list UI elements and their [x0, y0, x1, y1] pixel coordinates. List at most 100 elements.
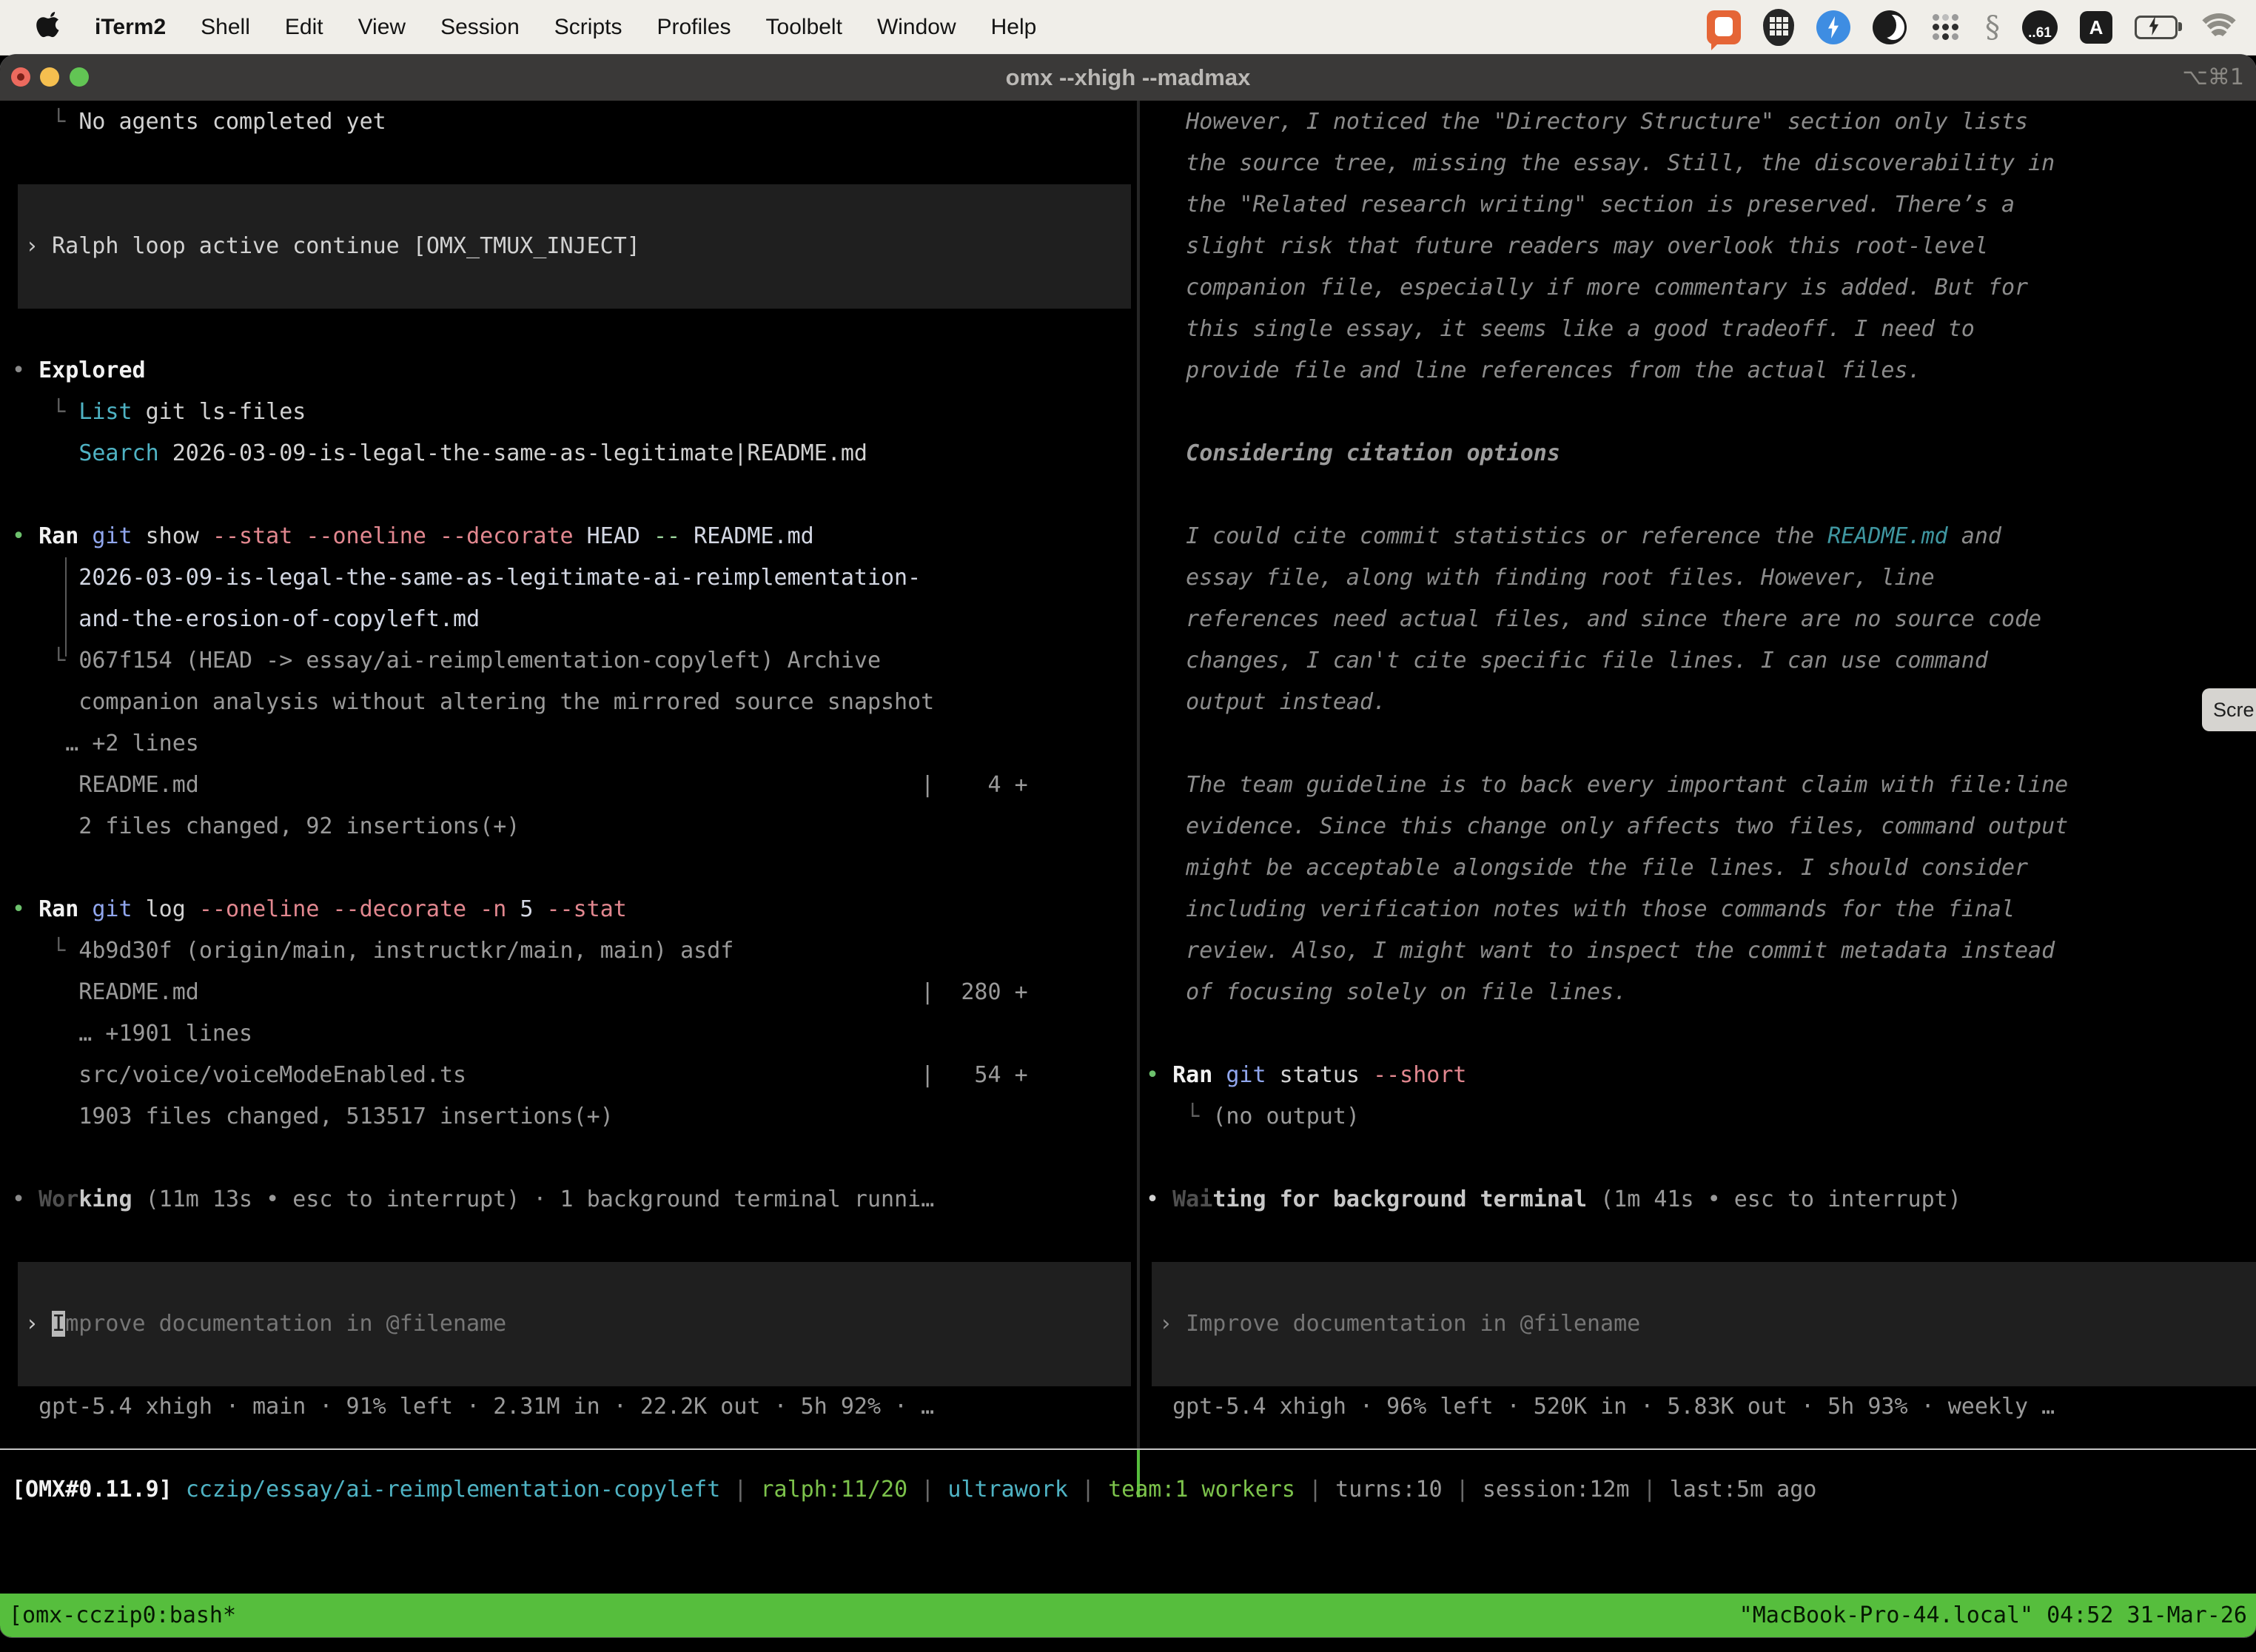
- terminal-line: src/voice/voiceModeEnabled.ts | 54 +: [12, 1055, 1137, 1096]
- desktop: { "menubar": { "items": ["iTerm2", "Shel…: [0, 0, 2256, 1652]
- right-prompt-input[interactable]: › Improve documentation in @filename: [1159, 1262, 1640, 1386]
- tmux-host-clock: "MacBook-Pro-44.local" 04:52 31-Mar-26: [1739, 1602, 2247, 1628]
- left-prompt-input[interactable]: › Improve documentation in @filename: [25, 1262, 506, 1386]
- terminal-line: [1146, 1138, 2256, 1179]
- screen-share-tooltip[interactable]: Scre: [2202, 688, 2256, 731]
- terminal-line: I could cite commit statistics or refere…: [1146, 516, 2256, 557]
- count-badge-icon[interactable]: ..61: [2022, 10, 2058, 44]
- terminal-line: [12, 309, 1137, 350]
- terminal-line: references need actual files, and since …: [1146, 599, 2256, 640]
- squiggle-icon[interactable]: §: [1985, 10, 2000, 44]
- menu-item-edit[interactable]: Edit: [285, 15, 323, 40]
- tmux-status-bar: [omx-cczip0:bash* "MacBook-Pro-44.local"…: [0, 1594, 2256, 1637]
- menu-item-session[interactable]: Session: [440, 15, 520, 40]
- left-terminal-pane[interactable]: └ No agents completed yet › Ralph loop a…: [0, 101, 1137, 1428]
- terminal-line: 2026-03-09-is-legal-the-same-as-legitima…: [12, 557, 1137, 599]
- apple-menu[interactable]: [34, 12, 61, 43]
- terminal-line: provide file and line references from th…: [1146, 350, 2256, 392]
- menu-item-profiles[interactable]: Profiles: [657, 15, 731, 40]
- right-model-status: gpt-5.4 xhigh · 96% left · 520K in · 5.8…: [1146, 1386, 2256, 1428]
- terminal-line: changes, I can't cite specific file line…: [1146, 640, 2256, 682]
- battery-charging-icon[interactable]: [2135, 16, 2178, 39]
- omx-status-line: [OMX#0.11.9] cczip/essay/ai-reimplementa…: [0, 1469, 2256, 1511]
- menubar-status-icons: § ..61 A: [1707, 9, 2256, 46]
- moon-icon[interactable]: [1873, 10, 1907, 44]
- terminal-line: └ (no output): [1146, 1096, 2256, 1138]
- terminal-line: companion analysis without altering the …: [12, 682, 1137, 723]
- keyboard-layout-icon[interactable]: A: [2080, 11, 2112, 44]
- terminal-line: companion file, especially if more comme…: [1146, 267, 2256, 309]
- terminal-line: 1903 files changed, 513517 insertions(+): [12, 1096, 1137, 1138]
- terminal-line: [1146, 392, 2256, 433]
- right-terminal-pane[interactable]: However, I noticed the "Directory Struct…: [1140, 101, 2256, 1428]
- wifi-icon[interactable]: [2200, 13, 2238, 41]
- terminal-line: [12, 143, 1137, 184]
- horizontal-separator: [0, 1448, 2256, 1450]
- terminal-line: the source tree, missing the essay. Stil…: [1146, 143, 2256, 184]
- menu-bar: iTerm2 Shell Edit View Session Scripts P…: [0, 0, 2256, 56]
- terminal-line: • Explored: [12, 350, 1137, 392]
- terminal-line: • Ran git log --oneline --decorate -n 5 …: [12, 889, 1137, 930]
- terminal-line: • Working (11m 13s • esc to interrupt) ·…: [12, 1179, 1137, 1220]
- ralph-loop-banner: › Ralph loop active continue [OMX_TMUX_I…: [18, 184, 1131, 309]
- menu-item-toolbelt[interactable]: Toolbelt: [766, 15, 842, 40]
- screen-share-icon[interactable]: [1707, 10, 1741, 44]
- terminal-line: [1146, 1013, 2256, 1055]
- terminal-line: [12, 1138, 1137, 1179]
- terminal-line: this single essay, it seems like a good …: [1146, 309, 2256, 350]
- left-pane-lines: • Explored └ List git ls-files Search 20…: [12, 309, 1137, 1262]
- terminal-line: … +1901 lines: [12, 1013, 1137, 1055]
- dots-grid-icon[interactable]: [1929, 10, 1963, 44]
- terminal-line: of focusing solely on file lines.: [1146, 972, 2256, 1013]
- terminal-line: README.md | 4 +: [12, 765, 1137, 806]
- terminal-line: might be acceptable alongside the file l…: [1146, 847, 2256, 889]
- terminal-line: slight risk that future readers may over…: [1146, 226, 2256, 267]
- terminal-line: including verification notes with those …: [1146, 889, 2256, 930]
- ralph-loop-banner-text: › Ralph loop active continue [OMX_TMUX_I…: [25, 184, 640, 309]
- terminal-line: 2 files changed, 92 insertions(+): [12, 806, 1137, 847]
- iterm2-window: omx --xhigh --madmax ⌥⌘1 └ No agents com…: [0, 55, 2256, 1637]
- terminal-line: and-the-erosion-of-copyleft.md: [12, 599, 1137, 640]
- terminal-line: [1146, 474, 2256, 516]
- terminal-line: • Waiting for background terminal (1m 41…: [1146, 1179, 2256, 1220]
- left-prompt-box[interactable]: › Improve documentation in @filename: [18, 1262, 1131, 1386]
- terminal-line: • Ran git show --stat --oneline --decora…: [12, 516, 1137, 557]
- tree-connector-line: [65, 557, 67, 657]
- terminal-line: Considering citation options: [1146, 433, 2256, 474]
- terminal-line: [12, 847, 1137, 889]
- terminal-line: essay file, along with finding root file…: [1146, 557, 2256, 599]
- terminal-line: └ 067f154 (HEAD -> essay/ai-reimplementa…: [12, 640, 1137, 682]
- menu-item-view[interactable]: View: [358, 15, 406, 40]
- tmux-session-label: [omx-cczip0:bash*: [9, 1602, 236, 1628]
- terminal-line: output instead.: [1146, 682, 2256, 723]
- titlebar-shortcut-badge: ⌥⌘1: [2182, 55, 2244, 101]
- app-bolt-badge-icon[interactable]: [1816, 10, 1850, 44]
- terminal-line: README.md | 280 +: [12, 972, 1137, 1013]
- menu-item-shell[interactable]: Shell: [201, 15, 250, 40]
- terminal-line: [1146, 1220, 2256, 1262]
- left-pane-top-lines: └ No agents completed yet: [12, 101, 1137, 184]
- terminal-line: However, I noticed the "Directory Struct…: [1146, 101, 2256, 143]
- terminal-line: └ List git ls-files: [12, 392, 1137, 433]
- terminal-line: └ 4b9d30f (origin/main, instructkr/main,…: [12, 930, 1137, 972]
- apple-icon: [34, 12, 61, 43]
- right-pane-lines: However, I noticed the "Directory Struct…: [1146, 101, 2256, 1262]
- terminal-line: └ No agents completed yet: [12, 101, 1137, 143]
- privacy-shield-icon[interactable]: [1763, 9, 1794, 46]
- right-prompt-box[interactable]: › Improve documentation in @filename: [1152, 1262, 2256, 1386]
- terminal-line: [1146, 723, 2256, 765]
- terminal-line: evidence. Since this change only affects…: [1146, 806, 2256, 847]
- left-model-status: gpt-5.4 xhigh · main · 91% left · 2.31M …: [12, 1386, 1137, 1428]
- window-title: omx --xhigh --madmax: [0, 55, 2256, 101]
- window-titlebar[interactable]: omx --xhigh --madmax ⌥⌘1: [0, 55, 2256, 101]
- charging-bolt-icon: [2147, 16, 2161, 36]
- menu-item-scripts[interactable]: Scripts: [554, 15, 622, 40]
- menu-item-help[interactable]: Help: [991, 15, 1037, 40]
- terminal-line: The team guideline is to back every impo…: [1146, 765, 2256, 806]
- terminal-line: • Ran git status --short: [1146, 1055, 2256, 1096]
- menu-item-iterm2[interactable]: iTerm2: [95, 15, 166, 40]
- terminal-line: … +2 lines: [12, 723, 1137, 765]
- terminal-line: the "Related research writing" section i…: [1146, 184, 2256, 226]
- terminal-line: [12, 474, 1137, 516]
- menu-item-window[interactable]: Window: [877, 15, 956, 40]
